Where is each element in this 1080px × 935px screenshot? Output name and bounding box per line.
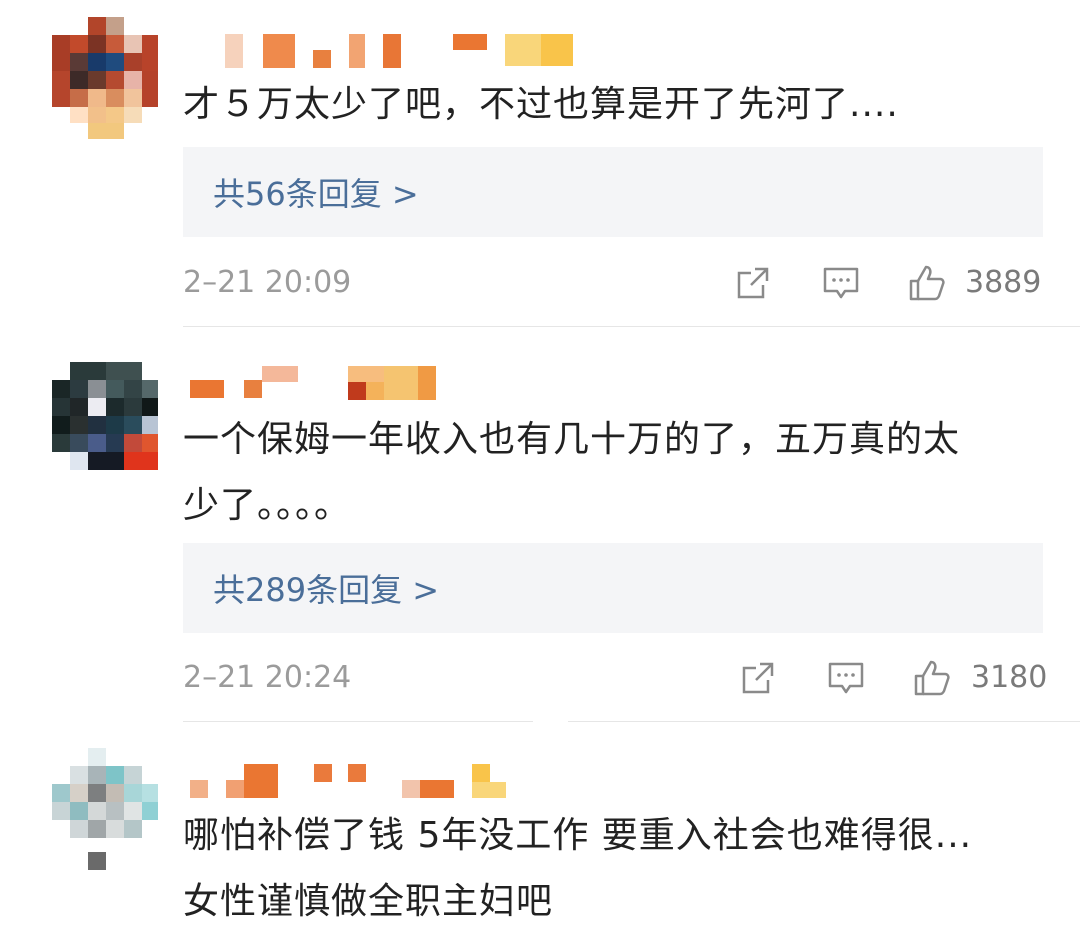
thumbs-up-icon[interactable]	[907, 263, 947, 303]
comment-icon[interactable]	[826, 658, 866, 698]
comment-icon[interactable]	[821, 263, 861, 303]
comment-text-line: 一个保姆一年收入也有几十万的了，五万真的太	[183, 419, 961, 460]
avatar[interactable]	[52, 748, 158, 870]
comment-meta-row: 2–21 20:09 3889	[183, 263, 1043, 303]
username[interactable]	[190, 366, 440, 400]
comment-timestamp: 2–21 20:09	[183, 265, 352, 300]
comment-text: 才５万太少了吧，不过也算是开了先河了....	[183, 72, 1053, 138]
divider	[183, 326, 1080, 327]
comment-text-line: 才５万太少了吧，不过也算是开了先河了....	[183, 84, 899, 125]
view-replies-button[interactable]: 共56条回复 >	[183, 147, 1043, 237]
comment-meta-row: 2–21 20:24 3180	[183, 658, 1047, 698]
avatar[interactable]	[52, 362, 158, 484]
comment-text: 一个保姆一年收入也有几十万的了，五万真的太 少了。。。。	[183, 407, 1053, 539]
avatar[interactable]	[52, 17, 158, 139]
comment-text-line: 少了。。。。	[183, 485, 352, 526]
divider	[183, 721, 533, 722]
view-replies-label: 共289条回复 >	[213, 571, 440, 609]
comment-text-line: 女性谨慎做全职主妇吧	[183, 881, 554, 922]
share-icon[interactable]	[733, 263, 773, 303]
comment-text: 哪怕补偿了钱 5年没工作 要重入社会也难得很... 女性谨慎做全职主妇吧	[183, 803, 1053, 935]
view-replies-label: 共56条回复 >	[213, 175, 419, 213]
thumbs-up-icon[interactable]	[912, 658, 952, 698]
comment-text-line: 哪怕补偿了钱 5年没工作 要重入社会也难得很...	[183, 815, 973, 856]
username[interactable]	[190, 764, 510, 798]
divider	[568, 721, 1080, 722]
like-count: 3180	[971, 660, 1048, 695]
comment-timestamp: 2–21 20:24	[183, 660, 352, 695]
username[interactable]	[225, 34, 575, 68]
like-count: 3889	[965, 265, 1042, 300]
share-icon[interactable]	[738, 658, 778, 698]
view-replies-button[interactable]: 共289条回复 >	[183, 543, 1043, 633]
